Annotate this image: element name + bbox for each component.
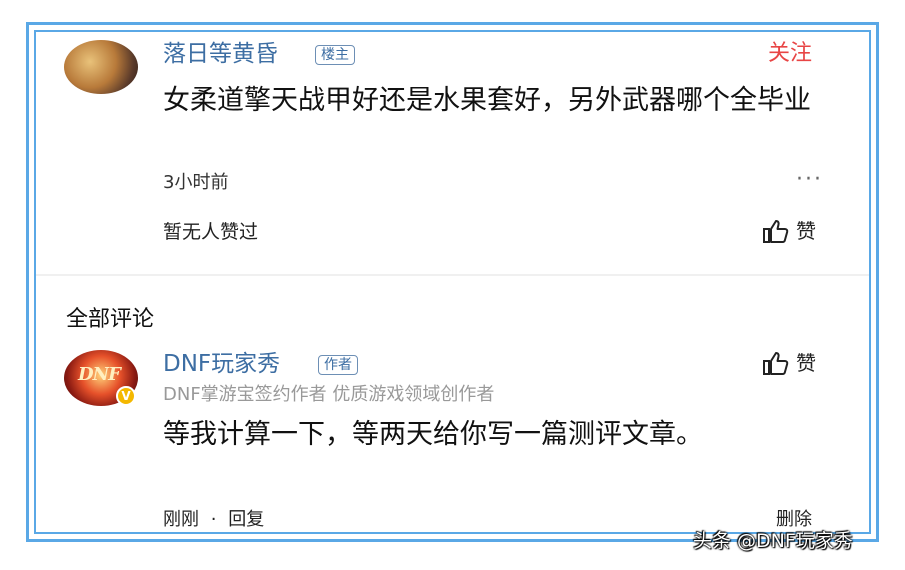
post-author-avatar[interactable] — [64, 40, 138, 94]
comment-author-name[interactable]: DNF玩家秀 — [163, 350, 280, 378]
post-likes-text: 暂无人赞过 — [163, 221, 259, 243]
comment-text: 等我计算一下，等两天给你写一篇测评文章。 — [163, 419, 703, 450]
post-like-label: 赞 — [796, 219, 816, 243]
post-author-tag: 楼主 — [315, 45, 355, 65]
comment-author-description: DNF掌游宝签约作者 优质游戏领域创作者 — [163, 384, 495, 405]
thumbs-up-icon — [763, 352, 789, 375]
post-author-name[interactable]: 落日等黄昏 — [163, 40, 278, 68]
comment-time: 刚刚 — [163, 509, 199, 530]
post-like-button[interactable]: 赞 — [762, 218, 816, 244]
post-text: 女柔道擎天战甲好还是水果套好，另外武器哪个全毕业 — [163, 85, 811, 116]
watermark: 头条 @DNF玩家秀 — [693, 530, 853, 552]
comments-section-title: 全部评论 — [66, 307, 155, 332]
reply-button[interactable]: 回复 — [228, 508, 264, 532]
more-dots-icon[interactable]: ··· — [796, 168, 823, 192]
follow-button[interactable]: 关注 — [768, 40, 812, 68]
verified-badge-icon: V — [116, 386, 136, 406]
section-divider — [36, 274, 869, 276]
meta-separator: · — [210, 509, 217, 530]
thumbs-up-icon — [763, 220, 789, 243]
avatar-logo: DNF — [78, 364, 121, 385]
comment-meta: 刚刚 · 回复 — [163, 508, 264, 532]
post-time: 3小时前 — [163, 172, 229, 193]
comment-like-button[interactable]: 赞 — [762, 350, 816, 376]
comment-like-label: 赞 — [796, 351, 816, 375]
comment-author-tag: 作者 — [318, 355, 358, 375]
